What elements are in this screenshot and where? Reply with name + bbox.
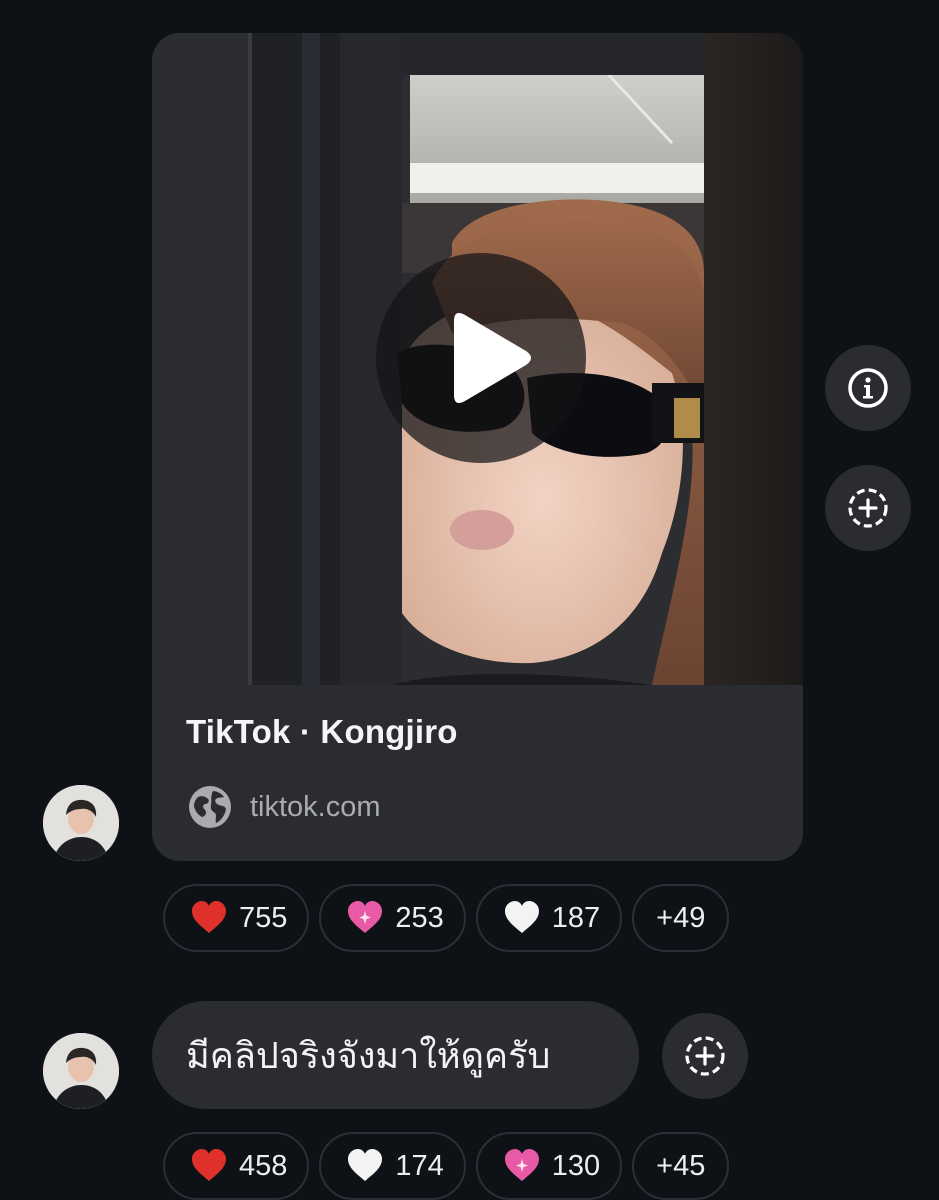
white-heart-icon [504,901,539,933]
link-domain: tiktok.com [250,790,381,823]
message-text: มีคลิปจริงจังมาให้ดูครับ [186,1034,551,1076]
add-reaction-icon [848,488,888,528]
sparkling-pink-heart-icon [348,901,383,933]
reaction-pill[interactable]: 755 [163,884,310,952]
reaction-count: 130 [551,1149,601,1182]
avatar-image [43,785,119,861]
reaction-pill[interactable]: 458 [163,1132,310,1200]
red-heart-icon [192,1149,226,1181]
white-heart-icon [348,1149,383,1181]
add-reaction-button[interactable] [825,465,911,551]
more-reactions-count: +49 [656,901,706,934]
play-button[interactable] [376,253,586,463]
reaction-pill[interactable]: 253 [319,884,466,952]
reaction-pill[interactable]: 174 [319,1132,466,1200]
info-button[interactable] [825,345,911,431]
reaction-count: 458 [239,1149,288,1182]
reaction-count: 253 [395,901,444,934]
more-reactions-pill[interactable]: +45 [632,1132,730,1200]
avatar[interactable] [43,785,119,861]
red-heart-icon [192,901,226,933]
avatar-image [43,1033,119,1109]
avatar[interactable] [43,1033,119,1109]
play-icon [454,313,531,403]
link-preview-card[interactable]: TikTok · Kongjiro tiktok.com [152,33,803,861]
add-reaction-icon [685,1036,725,1076]
reaction-pill[interactable]: 187 [475,884,623,952]
info-icon [848,368,888,408]
more-reactions-count: +45 [656,1149,706,1182]
video-thumbnail[interactable] [152,33,803,685]
reaction-count: 755 [239,901,288,934]
reactions-row: 458 174 130 +45 [163,1132,730,1200]
link-title[interactable]: TikTok · Kongjiro [186,713,458,751]
reaction-count: 187 [551,901,601,934]
sparkling-pink-heart-icon [504,1149,539,1181]
add-reaction-button[interactable] [662,1013,748,1099]
link-domain-row[interactable]: tiktok.com [188,785,381,829]
reaction-pill[interactable]: 130 [475,1132,623,1200]
more-reactions-pill[interactable]: +49 [632,884,730,952]
reactions-row: 755 253 187 +49 [163,884,730,952]
message-bubble[interactable]: มีคลิปจริงจังมาให้ดูครับ [152,1001,639,1109]
reaction-count: 174 [395,1149,444,1182]
globe-icon [189,786,231,828]
